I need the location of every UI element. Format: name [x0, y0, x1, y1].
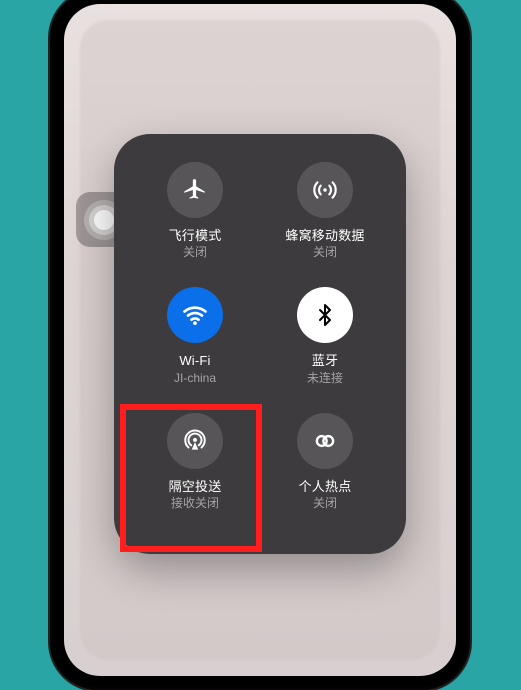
- airdrop-status: 接收关闭: [171, 496, 219, 511]
- connectivity-panel: 飞行模式 关闭 蜂窝移动数据 关闭: [114, 134, 406, 554]
- phone-frame: 飞行模式 关闭 蜂窝移动数据 关闭: [50, 0, 470, 690]
- cellular-data-tile[interactable]: 蜂窝移动数据 关闭: [262, 160, 388, 281]
- airplane-status: 关闭: [183, 245, 207, 260]
- airdrop-tile[interactable]: 隔空投送 接收关闭: [132, 411, 258, 532]
- cellular-title: 蜂窝移动数据: [285, 228, 364, 244]
- bluetooth-tile[interactable]: 蓝牙 未连接: [262, 285, 388, 406]
- hotspot-link-icon: [297, 413, 353, 469]
- bluetooth-title: 蓝牙: [312, 353, 338, 369]
- wifi-title: Wi-Fi: [179, 353, 210, 369]
- connectivity-grid: 飞行模式 关闭 蜂窝移动数据 关闭: [132, 160, 388, 532]
- cellular-status: 关闭: [313, 245, 337, 260]
- phone-screen: 飞行模式 关闭 蜂窝移动数据 关闭: [64, 4, 456, 676]
- airdrop-title: 隔空投送: [169, 479, 222, 495]
- wifi-network: JI-china: [174, 371, 216, 386]
- bluetooth-status: 未连接: [307, 371, 343, 386]
- bluetooth-icon: [297, 287, 353, 343]
- airplane-icon: [167, 162, 223, 218]
- airdrop-icon: [167, 413, 223, 469]
- hotspot-status: 关闭: [313, 496, 337, 511]
- cellular-antenna-icon: [297, 162, 353, 218]
- wifi-tile[interactable]: Wi-Fi JI-china: [132, 285, 258, 406]
- airplane-title: 飞行模式: [169, 228, 222, 244]
- wifi-icon: [167, 287, 223, 343]
- airplane-mode-tile[interactable]: 飞行模式 关闭: [132, 160, 258, 281]
- personal-hotspot-tile[interactable]: 个人热点 关闭: [262, 411, 388, 532]
- hotspot-title: 个人热点: [299, 479, 352, 495]
